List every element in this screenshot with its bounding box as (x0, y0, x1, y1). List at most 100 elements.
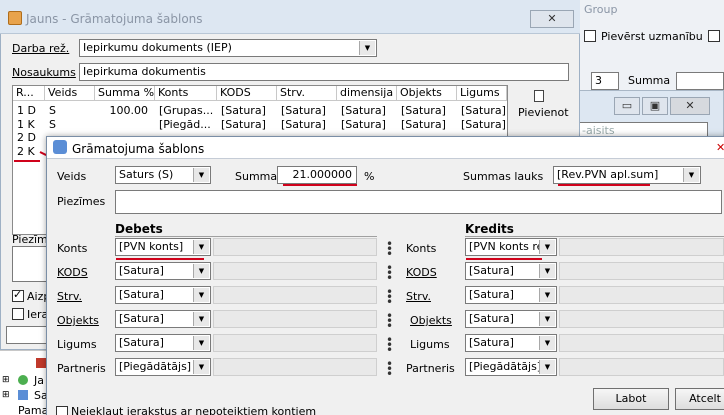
chevron-down-icon[interactable]: ▼ (359, 41, 375, 55)
table-row-cell[interactable]: S (49, 104, 56, 118)
table-row-cell[interactable]: [Satura] (281, 118, 326, 132)
right-summa-field[interactable] (676, 72, 724, 90)
debets-kods-value: [Satura] (119, 264, 164, 277)
doc-icon[interactable] (534, 90, 544, 102)
debets-partneris-value: [Piegādātājs] (119, 360, 192, 373)
table-row-cell[interactable]: 1 D (17, 104, 36, 118)
kredits-title: Kredits (465, 222, 514, 236)
piezimes-input[interactable] (115, 190, 722, 214)
table-row-cell[interactable]: 2 K (17, 145, 35, 159)
chevron-down-icon[interactable]: ▼ (539, 312, 555, 326)
table-row-cell[interactable]: [Satura] (341, 104, 386, 118)
minimize-button[interactable]: ▭ (614, 97, 640, 115)
bg-close-button[interactable]: ✕ (530, 10, 574, 28)
summas-lauks-select[interactable]: [Rev.PVN apl.sum] ▼ (553, 166, 701, 184)
table-row-cell[interactable]: 1 K (17, 118, 35, 132)
piezimes-label: Piezīmes (57, 195, 106, 208)
col-header-strv[interactable]: Strv. (277, 86, 337, 101)
tree-expand-icon[interactable]: ⊞ (2, 375, 10, 385)
maximize-button[interactable]: ▣ (642, 97, 668, 115)
veids-select[interactable]: Saturs (S) ▼ (115, 166, 211, 184)
table-row-cell[interactable]: [Satura] (461, 118, 506, 132)
pievienot-button[interactable]: Pievienot (518, 106, 569, 119)
col-header-ligums[interactable]: Ligums (457, 86, 507, 101)
col-header-dimensija[interactable]: dimensija (337, 86, 397, 101)
col-header-r[interactable]: R... (13, 86, 45, 101)
kredits-partneris-select[interactable]: [Piegādātājs] ▼ (465, 358, 557, 376)
kredits-objekts-select[interactable]: [Satura] ▼ (465, 310, 557, 328)
table-row-cell[interactable]: [Satura] (281, 104, 326, 118)
debets-ligums-select[interactable]: [Satura] ▼ (115, 334, 211, 352)
chevron-down-icon[interactable]: ▼ (539, 360, 555, 374)
table-row-cell[interactable]: [Satura] (221, 118, 266, 132)
kredits-ligums-select[interactable]: [Satura] ▼ (465, 334, 557, 352)
debets-partneris-select[interactable]: [Piegādātājs] ▼ (115, 358, 211, 376)
drag-handle-icon[interactable]: • • • (386, 238, 393, 260)
kredits-kods-select[interactable]: [Satura] ▼ (465, 262, 557, 280)
chevron-down-icon[interactable]: ▼ (539, 264, 555, 278)
table-row-cell[interactable]: [Satura] (341, 118, 386, 132)
table-row-cell[interactable]: 2 D (17, 131, 36, 145)
chevron-down-icon[interactable]: ▼ (193, 288, 209, 302)
col-header-objekts[interactable]: Objekts (397, 86, 457, 101)
summa-input[interactable]: 21.000000 (277, 166, 357, 184)
col-header-kods[interactable]: KODS (217, 86, 277, 101)
pievērst-checkbox[interactable] (584, 30, 596, 42)
drag-handle-icon[interactable]: • • • (386, 310, 393, 332)
kredits-strv-label: Strv. (406, 290, 431, 303)
debets-objekts-select[interactable]: [Satura] ▼ (115, 310, 211, 328)
tree-item-ja[interactable]: Ja (34, 374, 44, 387)
summas-lauks-label: Summas lauks (463, 170, 543, 183)
table-row-cell[interactable]: [Satura] (401, 118, 446, 132)
chevron-down-icon[interactable]: ▼ (539, 240, 555, 254)
atcelt-button[interactable]: Atcelt (675, 388, 724, 410)
table-row-cell[interactable]: [Satura] (221, 104, 266, 118)
drag-handle-icon[interactable]: • • • (386, 286, 393, 308)
iera-checkbox[interactable] (12, 308, 24, 320)
chevron-down-icon[interactable]: ▼ (193, 240, 209, 254)
table-row-cell[interactable]: [Satura] (401, 104, 446, 118)
chevron-down-icon[interactable]: ▼ (683, 168, 699, 182)
drag-handle-icon[interactable]: • • • (386, 262, 393, 284)
drag-handle-icon[interactable]: • • • (386, 334, 393, 356)
labot-button[interactable]: Labot (593, 388, 669, 410)
annotation-underline (116, 258, 204, 260)
chevron-down-icon[interactable]: ▼ (193, 336, 209, 350)
kredits-strv-desc (559, 286, 724, 304)
kredits-strv-select[interactable]: [Satura] ▼ (465, 286, 557, 304)
small-value-field[interactable]: 3 (591, 72, 619, 90)
aizp-checkbox[interactable]: ✓ (12, 288, 24, 302)
darba-rez-select[interactable]: Iepirkumu dokuments (IEP) ▼ (79, 39, 377, 57)
chevron-down-icon[interactable]: ▼ (193, 312, 209, 326)
table-row-cell[interactable]: [Grupas... (159, 104, 215, 118)
close-small-button[interactable]: ✕ (670, 97, 710, 115)
debets-kods-select[interactable]: [Satura] ▼ (115, 262, 211, 280)
chevron-down-icon[interactable]: ▼ (539, 288, 555, 302)
dialog-close-icon[interactable]: ✕ (716, 141, 724, 154)
app-icon (8, 11, 22, 25)
table-row-cell[interactable]: S (49, 118, 56, 132)
col-header-konts[interactable]: Konts (155, 86, 217, 101)
debets-partneris-label: Partneris (57, 362, 106, 375)
table-row-cell[interactable]: [Piegād... (159, 118, 215, 132)
kredits-objekts-desc (559, 310, 724, 328)
kredits-konts-select[interactable]: [PVN konts rea ▼ (465, 238, 557, 256)
table-row-cell[interactable]: [Satura] (461, 104, 506, 118)
debets-konts-select[interactable]: [PVN konts] ▼ (115, 238, 211, 256)
tree-expand-icon[interactable]: ⊞ (2, 390, 10, 400)
debets-objekts-label: Objekts (57, 314, 99, 327)
chevron-down-icon[interactable]: ▼ (193, 168, 209, 182)
drag-handle-icon[interactable]: • • • (386, 358, 393, 380)
debets-strv-label: Strv. (57, 290, 82, 303)
table-row-cell[interactable]: 100.00 (96, 104, 149, 118)
col-header-veids[interactable]: Veids (45, 86, 95, 101)
group-label: Group (584, 3, 618, 16)
neieklaut-checkbox[interactable] (56, 406, 68, 415)
chevron-down-icon[interactable]: ▼ (539, 336, 555, 350)
debets-strv-select[interactable]: [Satura] ▼ (115, 286, 211, 304)
chevron-down-icon[interactable]: ▼ (193, 360, 209, 374)
right-edge-checkbox[interactable] (708, 30, 720, 42)
nosaukums-input[interactable]: Iepirkuma dokumentis (79, 63, 569, 81)
chevron-down-icon[interactable]: ▼ (193, 264, 209, 278)
col-header-summa[interactable]: Summa % (95, 86, 155, 101)
